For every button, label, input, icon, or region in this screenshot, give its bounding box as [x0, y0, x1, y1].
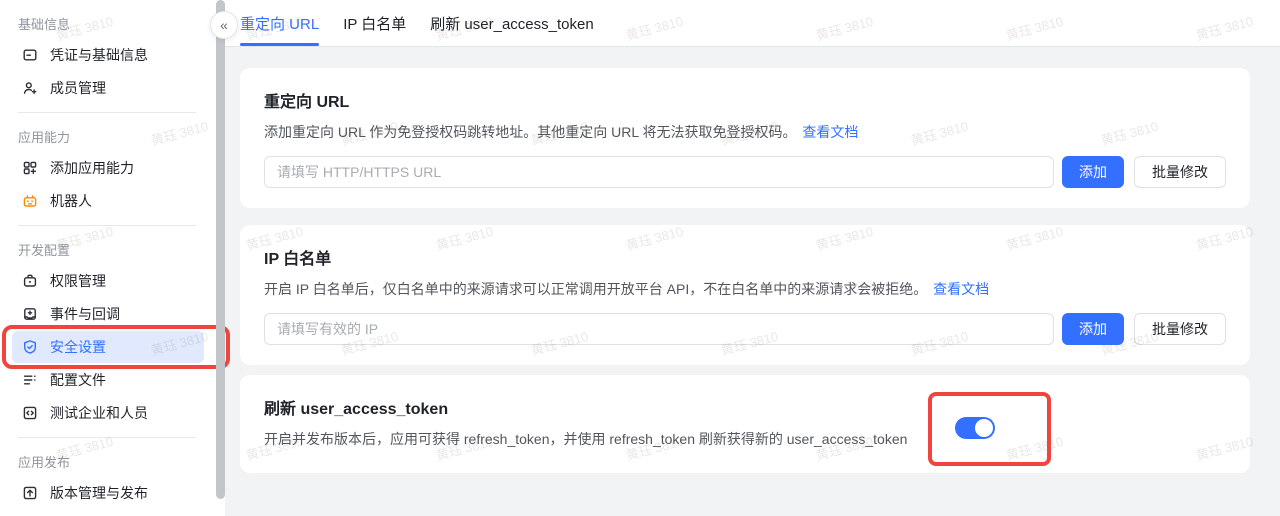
sidebar-group-basic: 基础信息 凭证与基础信息 成员管理 — [0, 0, 216, 104]
sidebar-scrollbar[interactable] — [216, 0, 225, 499]
ip-input-row: 添加 批量修改 — [264, 313, 1226, 345]
sidebar-item-config-file[interactable]: 配置文件 — [12, 364, 204, 396]
sidebar-group-header: 基础信息 — [12, 0, 204, 39]
add-button[interactable]: 添加 — [1062, 156, 1124, 188]
sidebar-item-credentials[interactable]: 凭证与基础信息 — [12, 39, 204, 71]
sidebar-item-label: 配置文件 — [50, 370, 106, 390]
sidebar-item-test-company-users[interactable]: 测试企业和人员 — [12, 397, 204, 429]
sidebar-item-security-settings[interactable]: 安全设置 — [12, 331, 204, 363]
robot-icon — [22, 193, 38, 209]
code-test-icon — [22, 405, 38, 421]
sidebar-group-header: 应用发布 — [12, 438, 204, 477]
batch-edit-button[interactable]: 批量修改 — [1134, 156, 1226, 188]
tab-redirect-url[interactable]: 重定向 URL — [240, 0, 319, 46]
event-callback-icon — [22, 306, 38, 322]
permission-icon — [22, 273, 38, 289]
toggle-knob — [975, 419, 993, 437]
refresh-token-section: 刷新 user_access_token 开启并发布版本后，应用可获得 refr… — [240, 375, 1250, 473]
ip-whitelist-section: IP 白名单 开启 IP 白名单后，仅白名单中的来源请求可以正常调用开放平台 A… — [240, 225, 1250, 365]
tab-bar: « 重定向 URL IP 白名单 刷新 user_access_token — [225, 0, 1280, 47]
sidebar-group-header: 开发配置 — [12, 226, 204, 265]
main-area: « 重定向 URL IP 白名单 刷新 user_access_token 重定… — [225, 0, 1280, 516]
sidebar-item-label: 事件与回调 — [50, 304, 120, 324]
ip-whitelist-input[interactable] — [264, 313, 1054, 345]
section-title: 刷新 user_access_token — [264, 399, 1226, 421]
description-text: 添加重定向 URL 作为免登授权码跳转地址。其他重定向 URL 将无法获取免登授… — [264, 124, 797, 140]
sidebar-item-label: 添加应用能力 — [50, 158, 134, 178]
redirect-url-input[interactable] — [264, 156, 1054, 188]
section-description: 开启 IP 白名单后，仅白名单中的来源请求可以正常调用开放平台 API，不在白名… — [264, 279, 1226, 299]
section-description: 开启并发布版本后，应用可获得 refresh_token，并使用 refresh… — [264, 429, 1226, 449]
app-window: 基础信息 凭证与基础信息 成员管理 应用能力 添加应用能力 — [0, 0, 1280, 516]
sidebar-group-header: 应用能力 — [12, 113, 204, 152]
refresh-token-toggle[interactable] — [955, 417, 995, 439]
section-description: 添加重定向 URL 作为免登授权码跳转地址。其他重定向 URL 将无法获取免登授… — [264, 122, 1226, 142]
sidebar-item-label: 机器人 — [50, 191, 92, 211]
credential-icon — [22, 47, 38, 63]
sidebar-group-dev-config: 开发配置 权限管理 事件与回调 安全设置 — [0, 226, 216, 429]
tab-label: 重定向 URL — [240, 13, 319, 34]
active-tab-underline — [240, 43, 319, 46]
toggle-wrap — [955, 417, 995, 439]
section-title: 重定向 URL — [264, 92, 1226, 114]
member-add-icon — [22, 80, 38, 96]
tab-refresh-user-access-token[interactable]: 刷新 user_access_token — [430, 0, 593, 46]
sidebar: 基础信息 凭证与基础信息 成员管理 应用能力 添加应用能力 — [0, 0, 216, 516]
view-docs-link[interactable]: 查看文档 — [933, 281, 989, 297]
batch-edit-button[interactable]: 批量修改 — [1134, 313, 1226, 345]
apps-add-icon — [22, 160, 38, 176]
sidebar-item-label: 版本管理与发布 — [50, 483, 148, 503]
shield-check-icon — [22, 339, 38, 355]
sidebar-item-label: 安全设置 — [50, 337, 106, 357]
add-button[interactable]: 添加 — [1062, 313, 1124, 345]
description-text: 开启 IP 白名单后，仅白名单中的来源请求可以正常调用开放平台 API，不在白名… — [264, 281, 927, 297]
sidebar-item-bot[interactable]: 机器人 — [12, 185, 204, 217]
sidebar-item-label: 测试企业和人员 — [50, 403, 148, 423]
view-docs-link[interactable]: 查看文档 — [802, 124, 858, 140]
tab-label: 刷新 user_access_token — [430, 13, 593, 34]
publish-icon — [22, 485, 38, 501]
sidebar-group-release: 应用发布 版本管理与发布 — [0, 438, 216, 509]
tab-ip-whitelist[interactable]: IP 白名单 — [343, 0, 406, 46]
config-file-icon — [22, 372, 38, 388]
tab-label: IP 白名单 — [343, 13, 406, 34]
collapse-icon: « — [220, 18, 228, 32]
collapse-sidebar-button[interactable]: « — [210, 11, 238, 39]
sidebar-group-capability: 应用能力 添加应用能力 机器人 — [0, 113, 216, 217]
sidebar-item-label: 凭证与基础信息 — [50, 45, 148, 65]
section-title: IP 白名单 — [264, 249, 1226, 271]
redirect-url-section: 重定向 URL 添加重定向 URL 作为免登授权码跳转地址。其他重定向 URL … — [240, 68, 1250, 208]
sidebar-item-members[interactable]: 成员管理 — [12, 72, 204, 104]
sidebar-item-permissions[interactable]: 权限管理 — [12, 265, 204, 297]
sidebar-item-events-callbacks[interactable]: 事件与回调 — [12, 298, 204, 330]
sidebar-item-version-release[interactable]: 版本管理与发布 — [12, 477, 204, 509]
content-area: 重定向 URL 添加重定向 URL 作为免登授权码跳转地址。其他重定向 URL … — [225, 47, 1280, 516]
sidebar-item-add-capability[interactable]: 添加应用能力 — [12, 152, 204, 184]
sidebar-item-label: 成员管理 — [50, 78, 106, 98]
sidebar-item-label: 权限管理 — [50, 271, 106, 291]
redirect-input-row: 添加 批量修改 — [264, 156, 1226, 188]
